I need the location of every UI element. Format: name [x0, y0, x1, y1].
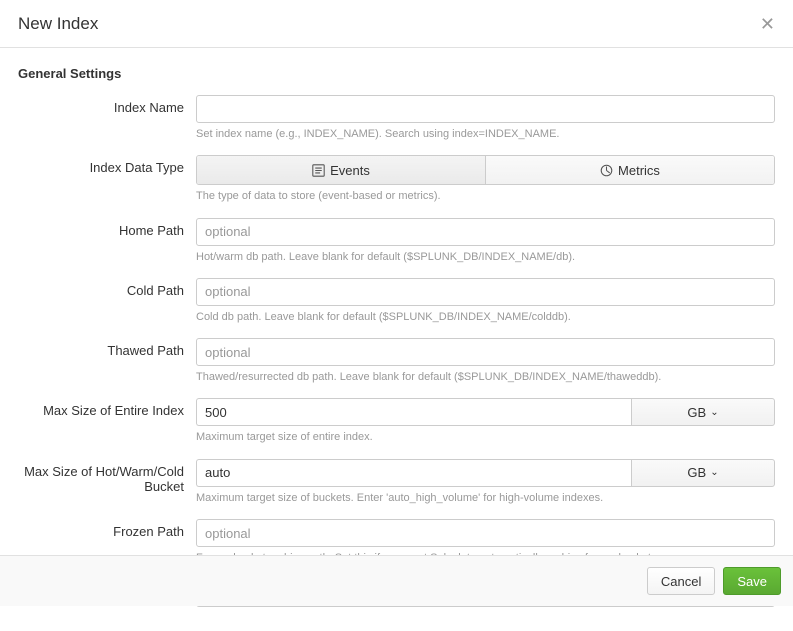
help-home-path: Hot/warm db path. Leave blank for defaul… — [196, 250, 775, 264]
label-index-name: Index Name — [18, 95, 196, 115]
max-bucket-input[interactable] — [196, 459, 631, 487]
row-thawed-path: Thawed Path Thawed/resurrected db path. … — [18, 338, 775, 384]
metrics-icon — [600, 164, 613, 177]
help-max-bucket: Maximum target size of buckets. Enter 'a… — [196, 491, 775, 505]
label-thawed-path: Thawed Path — [18, 338, 196, 358]
index-name-input[interactable] — [196, 95, 775, 123]
label-data-type: Index Data Type — [18, 155, 196, 175]
section-heading: General Settings — [18, 66, 775, 81]
help-cold-path: Cold db path. Leave blank for default ($… — [196, 310, 775, 324]
data-type-events[interactable]: Events — [197, 156, 485, 184]
data-type-metrics[interactable]: Metrics — [485, 156, 774, 184]
modal-title: New Index — [18, 14, 98, 34]
metrics-label: Metrics — [618, 163, 660, 178]
label-home-path: Home Path — [18, 218, 196, 238]
modal-footer: Cancel Save — [0, 555, 793, 606]
events-label: Events — [330, 163, 370, 178]
label-frozen-path: Frozen Path — [18, 519, 196, 539]
row-cold-path: Cold Path Cold db path. Leave blank for … — [18, 278, 775, 324]
help-data-type: The type of data to store (event-based o… — [196, 189, 775, 203]
max-index-unit-select[interactable]: GB ⌄ — [631, 398, 775, 426]
save-button[interactable]: Save — [723, 567, 781, 595]
label-cold-path: Cold Path — [18, 278, 196, 298]
help-max-index: Maximum target size of entire index. — [196, 430, 775, 444]
max-index-input[interactable] — [196, 398, 631, 426]
label-max-bucket: Max Size of Hot/Warm/Cold Bucket — [18, 459, 196, 494]
max-bucket-unit-label: GB — [687, 465, 706, 480]
data-type-toggle: Events Metrics — [196, 155, 775, 185]
cold-path-input[interactable] — [196, 278, 775, 306]
max-index-unit-label: GB — [687, 405, 706, 420]
row-index-name: Index Name Set index name (e.g., INDEX_N… — [18, 95, 775, 141]
modal-body: General Settings Index Name Set index na… — [0, 48, 793, 631]
row-data-type: Index Data Type Events Metrics The type … — [18, 155, 775, 203]
help-index-name: Set index name (e.g., INDEX_NAME). Searc… — [196, 127, 775, 141]
label-max-index: Max Size of Entire Index — [18, 398, 196, 418]
frozen-path-input[interactable] — [196, 519, 775, 547]
modal-header: New Index ✕ — [0, 0, 793, 48]
events-icon — [312, 164, 325, 177]
row-home-path: Home Path Hot/warm db path. Leave blank … — [18, 218, 775, 264]
row-max-bucket: Max Size of Hot/Warm/Cold Bucket GB ⌄ Ma… — [18, 459, 775, 505]
chevron-down-icon: ⌄ — [710, 407, 718, 418]
chevron-down-icon: ⌄ — [710, 467, 718, 478]
row-max-index: Max Size of Entire Index GB ⌄ Maximum ta… — [18, 398, 775, 444]
home-path-input[interactable] — [196, 218, 775, 246]
max-bucket-unit-select[interactable]: GB ⌄ — [631, 459, 775, 487]
close-icon[interactable]: ✕ — [760, 15, 775, 33]
help-thawed-path: Thawed/resurrected db path. Leave blank … — [196, 370, 775, 384]
cancel-button[interactable]: Cancel — [647, 567, 715, 595]
thawed-path-input[interactable] — [196, 338, 775, 366]
